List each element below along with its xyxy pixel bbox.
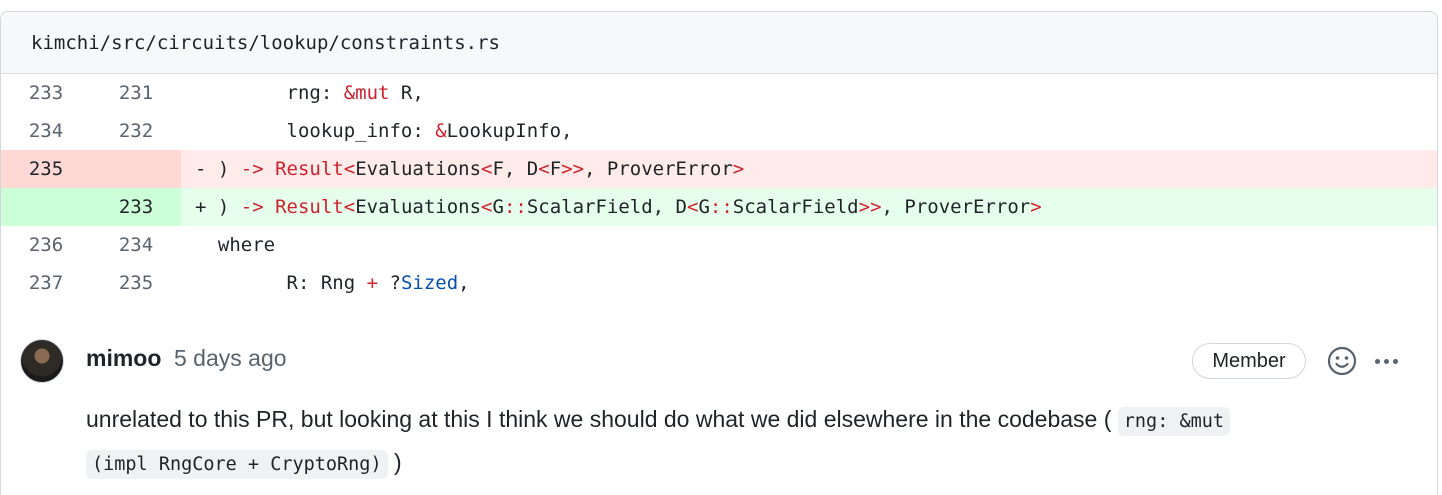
code-token: where bbox=[195, 234, 276, 256]
review-comment: mimoo 5 days ago Member unrelated to thi… bbox=[0, 303, 1436, 493]
diff-line: 236 234 where bbox=[1, 226, 1437, 264]
code-token: < bbox=[686, 196, 699, 218]
code-token: rng: bbox=[195, 82, 344, 104]
file-path[interactable]: kimchi/src/circuits/lookup/constraints.r… bbox=[31, 32, 500, 54]
code-token: Evaluations bbox=[355, 158, 482, 180]
code-token: + bbox=[366, 272, 379, 294]
code-line: - ) -> Result< Evaluations < F, D < F >>, Prov… bbox=[181, 150, 1437, 188]
code-line: + ) -> Result< Evaluations < G:: ScalarField… bbox=[181, 188, 1437, 226]
kebab-horizontal-icon[interactable] bbox=[1368, 347, 1404, 375]
code-token: > bbox=[732, 158, 745, 180]
code-token: ? bbox=[378, 272, 401, 294]
code-token: > bbox=[1030, 196, 1042, 218]
comment-text: unrelated to this PR, but looking at thi… bbox=[86, 406, 1112, 432]
diff-line: 234 232 lookup_info: & LookupInfo, bbox=[1, 112, 1437, 150]
code-token: < bbox=[538, 158, 550, 180]
code-token: G bbox=[698, 196, 710, 218]
code-token: &mut bbox=[343, 82, 390, 104]
new-line-number[interactable]: 232 bbox=[91, 112, 181, 150]
member-badge: Member bbox=[1192, 343, 1306, 379]
old-line-number[interactable]: 236 bbox=[1, 226, 91, 264]
comment-text-end: ) bbox=[393, 449, 402, 475]
code-token: & bbox=[435, 120, 447, 142]
code-line: where bbox=[181, 226, 1437, 264]
code-token: G bbox=[492, 196, 504, 218]
code-token: , bbox=[458, 272, 470, 294]
code-token: R, bbox=[389, 82, 424, 104]
diff-line: 237 235 R: Rng + ? Sized, bbox=[1, 264, 1437, 302]
code-line: R: Rng + ? Sized, bbox=[181, 264, 1437, 302]
code-line: lookup_info: & LookupInfo, bbox=[181, 112, 1437, 150]
code-token: :: bbox=[503, 196, 527, 218]
old-line-number[interactable]: 235 bbox=[1, 150, 91, 188]
comment-body: unrelated to this PR, but looking at thi… bbox=[86, 399, 1406, 485]
old-line-number[interactable]: 237 bbox=[1, 264, 91, 302]
inline-code-2: (impl RngCore + CryptoRng) bbox=[86, 450, 388, 479]
code-line: rng: &mut R, bbox=[181, 74, 1437, 112]
code-token: Evaluations bbox=[355, 196, 482, 218]
diff-line: 233 231 rng: &mut R, bbox=[1, 74, 1437, 112]
file-header: kimchi/src/circuits/lookup/constraints.r… bbox=[1, 12, 1437, 74]
code-token: R: Rng bbox=[195, 272, 367, 294]
new-line-number[interactable]: 231 bbox=[91, 74, 181, 112]
diff-table: 233 231 rng: &mut R, 234 232 lookup_info: &… bbox=[1, 74, 1437, 302]
diff-line: 233 + ) -> Result< Evaluations < G:: ScalarFi… bbox=[1, 188, 1437, 226]
code-token: Result< bbox=[275, 196, 356, 218]
smiley-icon[interactable] bbox=[1326, 345, 1358, 377]
new-line-number[interactable]: 235 bbox=[91, 264, 181, 302]
code-token: lookup_info: bbox=[195, 120, 436, 142]
code-token: LookupInfo, bbox=[446, 120, 573, 142]
avatar[interactable] bbox=[20, 339, 64, 383]
new-line-number[interactable]: 234 bbox=[91, 226, 181, 264]
code-token: , ProverError bbox=[881, 196, 1031, 218]
code-token: :: bbox=[709, 196, 733, 218]
code-token: ScalarField, D bbox=[526, 196, 687, 218]
old-line-number[interactable]: 233 bbox=[1, 74, 91, 112]
code-token: , ProverError bbox=[584, 158, 733, 180]
code-token: Result< bbox=[275, 158, 356, 180]
diff-line: 235- ) -> Result< Evaluations < F, D < F >>, P… bbox=[1, 150, 1437, 188]
code-token: F bbox=[549, 158, 562, 180]
code-token: -> bbox=[240, 158, 264, 180]
code-token: - ) bbox=[195, 158, 241, 180]
new-line-number[interactable] bbox=[91, 150, 181, 188]
old-line-number[interactable] bbox=[1, 188, 91, 226]
comment-time[interactable]: 5 days ago bbox=[174, 345, 287, 372]
code-token: F, D bbox=[492, 158, 539, 180]
code-token: ScalarField bbox=[732, 196, 859, 218]
code-token: < bbox=[481, 158, 493, 180]
code-token: >> bbox=[561, 158, 585, 180]
code-token: < bbox=[481, 196, 493, 218]
inline-code-1: rng: &mut bbox=[1117, 407, 1231, 436]
code-token: + ) bbox=[195, 196, 241, 218]
code-token: >> bbox=[858, 196, 882, 218]
code-token: -> bbox=[240, 196, 264, 218]
old-line-number[interactable]: 234 bbox=[1, 112, 91, 150]
new-line-number[interactable]: 233 bbox=[91, 188, 181, 226]
comment-author[interactable]: mimoo bbox=[86, 345, 161, 372]
code-token: Sized bbox=[400, 272, 459, 294]
